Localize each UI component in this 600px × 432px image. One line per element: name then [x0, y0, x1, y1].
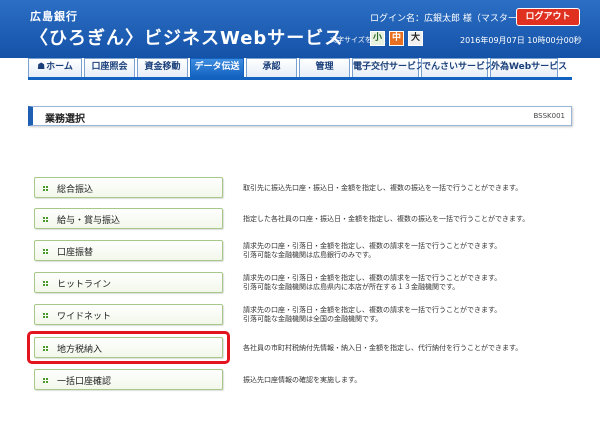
bank-name: 広島銀行 [30, 10, 78, 23]
bullet-icon [43, 313, 49, 318]
service-logo[interactable]: 〈ひろぎん〉ビジネスWebサービス [30, 24, 343, 50]
current-datetime: 2016年09月07日 10時00分00秒 [460, 36, 582, 45]
header-bar: 広島銀行 〈ひろぎん〉ビジネスWebサービス ログイン名：広銀太郎 様（マスター… [0, 0, 600, 58]
font-size-medium-button[interactable]: 中 [389, 31, 404, 46]
font-size-large-button[interactable]: 大 [408, 31, 423, 46]
menu-sogo-furikomi-desc: 取引先に振込先口座・振込日・金額を指定し、複数の振込を一括で行うことができます。 [243, 184, 523, 192]
font-size-small-button[interactable]: 小 [370, 31, 385, 46]
bullet-icon [43, 249, 49, 254]
menu-sogo-furikomi-button[interactable]: 総合振込 [34, 177, 223, 198]
bullet-icon [43, 186, 49, 191]
tab-fund-transfer[interactable]: 資金移動 [137, 58, 188, 77]
main-nav: ☗ホーム 口座照会 資金移動 データ伝送 承認 管理 電子交付サービス でんさい… [28, 58, 572, 77]
menu-chihozei-desc: 各社員の市町村税納付先情報・納入日・金額を指定し、代行納付を行うことができます。 [243, 344, 523, 352]
screen-id: BSSK001 [533, 112, 565, 120]
highlight-frame [27, 331, 230, 364]
tab-data-transmission[interactable]: データ伝送 [190, 58, 244, 77]
tab-home[interactable]: ☗ホーム [28, 58, 82, 77]
menu-hitline-button[interactable]: ヒットライン [34, 272, 223, 293]
nav-underline [28, 77, 572, 80]
home-icon: ☗ [37, 62, 46, 72]
menu-ikkatsu-koza-kakunin-desc: 振込先口座情報の確認を実施します。 [243, 376, 362, 384]
bullet-icon [43, 378, 49, 383]
menu-widenet-desc: 請求先の口座・引落日・金額を指定し、複数の請求を一括で行うことができます。 引落… [243, 306, 502, 323]
menu-kyuyo-furikomi-desc: 指定した各社員の口座・振込日・金額を指定し、複数の振込を一括で行うことができます… [243, 215, 530, 223]
page-title: 業務選択 [45, 114, 85, 125]
menu-koza-furikae-button[interactable]: 口座振替 [34, 240, 223, 261]
tab-management[interactable]: 管理 [299, 58, 350, 77]
menu-ikkatsu-koza-kakunin-button[interactable]: 一括口座確認 [34, 369, 223, 390]
tab-electronic-delivery[interactable]: 電子交付サービス [352, 58, 425, 77]
tab-approval[interactable]: 承認 [246, 58, 297, 77]
bullet-icon [43, 217, 49, 222]
tab-forex-web[interactable]: 外為Webサービス [490, 58, 567, 77]
page-title-box: 業務選択 BSSK001 [28, 106, 572, 126]
bullet-icon [43, 281, 49, 286]
tab-densai-service[interactable]: でんさいサービス [421, 58, 494, 77]
menu-hitline-desc: 請求先の口座・引落日・金額を指定し、複数の請求を一括で行うことができます。 引落… [243, 274, 502, 291]
logout-button[interactable]: ログアウト [516, 8, 580, 26]
tab-account-inquiry[interactable]: 口座照会 [84, 58, 135, 77]
menu-koza-furikae-desc: 請求先の口座・引落日・金額を指定し、複数の請求を一括で行うことができます。 引落… [243, 242, 502, 259]
menu-widenet-button[interactable]: ワイドネット [34, 304, 223, 325]
menu-kyuyo-furikomi-button[interactable]: 給与・賞与振込 [34, 208, 223, 229]
